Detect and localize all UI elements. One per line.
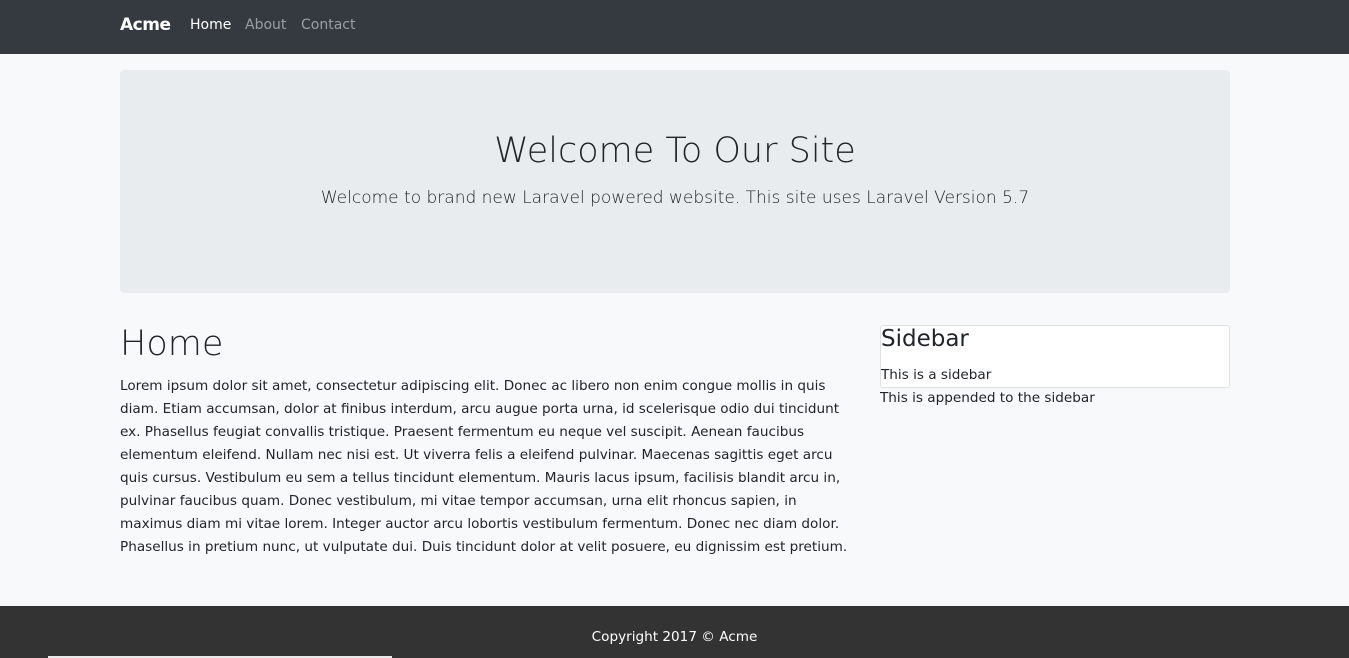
main-body-text: Lorem ipsum dolor sit amet, consectetur … — [120, 378, 848, 555]
nav-link-contact[interactable]: Contact — [301, 17, 355, 33]
jumbotron-lead: Welcome to brand new Laravel powered web… — [320, 188, 1030, 208]
footer-copyright: Copyright 2017 © Acme — [591, 629, 758, 645]
sidebar-title: Sidebar — [881, 326, 969, 352]
sidebar-card: Sidebar This is a sidebar — [880, 325, 1230, 388]
footer: Copyright 2017 © Acme — [0, 606, 1349, 658]
sidebar-text: This is a sidebar — [881, 367, 992, 383]
sidebar-appended-text: This is appended to the sidebar — [880, 390, 1095, 406]
navbar: Acme Home About Contact — [0, 0, 1349, 54]
brand-link[interactable]: Acme — [120, 15, 171, 35]
page-title: Home — [120, 324, 224, 364]
nav-link-home[interactable]: Home — [190, 17, 231, 33]
jumbotron: Welcome To Our Site Welcome to brand new… — [120, 70, 1230, 293]
nav-link-about[interactable]: About — [245, 17, 286, 33]
jumbotron-title: Welcome To Our Site — [494, 131, 856, 171]
